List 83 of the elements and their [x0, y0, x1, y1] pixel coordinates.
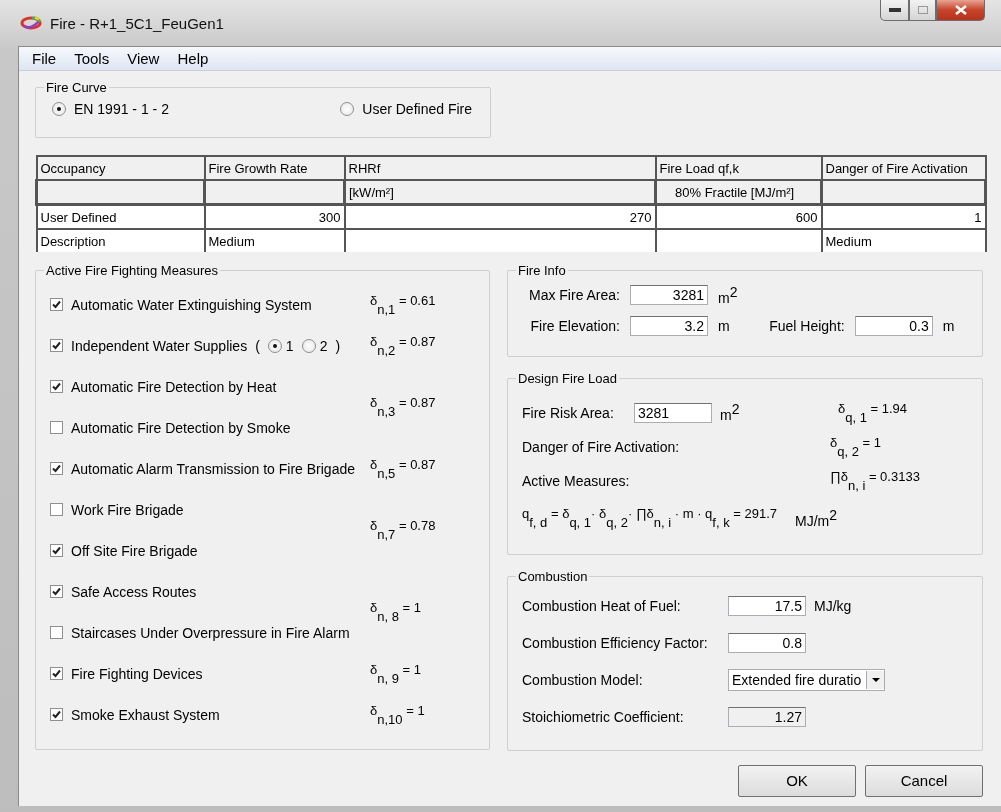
field-label: Fire Elevation: — [529, 317, 620, 334]
radio-label: 1 — [285, 337, 294, 354]
checkbox[interactable] — [50, 585, 63, 598]
minimize-icon — [888, 8, 901, 12]
column-header: Fire Load qf,k — [655, 156, 822, 180]
field-label: Fuel Height: — [768, 317, 845, 334]
input-field[interactable]: 3.2 — [630, 315, 708, 336]
dialog-button[interactable]: Cancel — [865, 764, 983, 797]
maximize-icon — [917, 6, 928, 14]
unit-label: MJ/kg — [814, 598, 852, 615]
unit-label: m — [942, 317, 955, 334]
checkbox-label: Staircases Under Overpressure in Fire Alarm — [71, 624, 350, 641]
checkbox[interactable] — [50, 544, 63, 557]
field-label: Stoichiometric Coefficient: — [522, 709, 685, 726]
window-title: Fire - R+1_5C1_FeuGen1 — [50, 14, 225, 32]
checkbox[interactable] — [50, 503, 63, 516]
checkbox[interactable] — [50, 298, 63, 311]
input-field[interactable]: 0.3 — [854, 315, 933, 336]
field-label: Active Measures: — [522, 472, 631, 489]
radio-button[interactable] — [267, 338, 282, 353]
menu-item[interactable]: Help — [168, 50, 218, 67]
group-title: Combustion — [517, 568, 589, 584]
radio-button[interactable] — [340, 102, 355, 116]
input-field[interactable]: 3281 — [630, 284, 708, 305]
input-field[interactable]: 3281 — [634, 402, 712, 423]
bracket-text: ) — [335, 337, 341, 354]
group-title: Fire Info — [517, 263, 567, 278]
checkbox[interactable] — [50, 626, 63, 639]
radio-button[interactable] — [301, 338, 316, 353]
menu-item[interactable]: View — [118, 50, 169, 67]
table-cell: Medium — [204, 229, 345, 252]
checkbox-label: Work Fire Brigade — [71, 501, 184, 518]
app-icon — [20, 15, 42, 31]
checkbox[interactable] — [50, 339, 63, 352]
checkbox-label: Automatic Fire Detection by Heat — [71, 378, 277, 395]
checkbox-label: Automatic Alarm Transmission to Fire Brigade — [71, 460, 355, 477]
bracket-text: ( — [255, 337, 260, 354]
group-title: Design Fire Load — [517, 370, 618, 386]
checkbox-label: Automatic Fire Detection by Smoke — [71, 419, 291, 436]
checkbox-label: Fire Fighting Devices — [71, 665, 203, 682]
field-label: Danger of Fire Activation: — [522, 438, 681, 455]
field-label: Combustion Heat of Fuel: — [522, 598, 682, 615]
checkbox[interactable] — [50, 667, 63, 680]
checkbox-label: Safe Access Routes — [71, 583, 197, 600]
radio-button[interactable] — [52, 102, 66, 116]
menu-item[interactable]: Tools — [65, 50, 119, 67]
table-cell: Medium — [821, 229, 986, 252]
checkbox-label: Independent Water Supplies — [71, 337, 248, 354]
checkbox[interactable] — [50, 380, 63, 393]
group-title: Fire Curve — [45, 80, 108, 95]
close-button[interactable] — [936, 0, 985, 21]
radio-label: 2 — [319, 337, 328, 354]
minimize-button[interactable] — [880, 0, 909, 21]
checkbox-label: Off Site Fire Brigade — [71, 542, 198, 559]
checkbox-label: Automatic Water Extinguishing System — [71, 296, 312, 313]
menu-item[interactable]: File — [23, 50, 66, 67]
caret-icon — [871, 678, 880, 683]
field-label: Fire Risk Area: — [522, 404, 615, 421]
field-label: Max Fire Area: — [527, 286, 620, 303]
dialog-button[interactable]: OK — [738, 764, 856, 797]
column-header: RHRf — [344, 156, 656, 180]
group-title: Active Fire Fighting Measures — [45, 263, 219, 278]
radio-label: User Defined Fire — [362, 101, 472, 117]
readonly-field: 1.27 — [728, 707, 806, 728]
unit-cell: [kW/m²] — [344, 180, 656, 205]
close-icon — [954, 5, 967, 15]
checkbox[interactable] — [50, 708, 63, 721]
checkbox[interactable] — [50, 462, 63, 475]
checkbox-label: Smoke Exhaust System — [71, 706, 220, 723]
input-field[interactable]: 17.5 — [728, 596, 806, 617]
dropdown[interactable]: Extended fire duratio — [728, 669, 885, 692]
unit-cell: 80% Fractile [MJ/m²] — [655, 180, 822, 205]
maximize-button[interactable] — [909, 0, 936, 21]
unit-label: m — [718, 317, 730, 334]
column-header: Danger of Fire Activation — [821, 156, 986, 180]
field-label: Combustion Model: — [522, 672, 644, 689]
radio-label: EN 1991 - 1 - 2 — [74, 101, 169, 117]
table-cell: Description — [36, 229, 205, 252]
column-header: Fire Growth Rate — [204, 156, 345, 180]
input-field[interactable]: 0.8 — [728, 633, 806, 654]
column-header: Occupancy — [36, 156, 205, 180]
checkbox[interactable] — [50, 421, 63, 434]
field-label: Combustion Efficiency Factor: — [522, 635, 709, 652]
